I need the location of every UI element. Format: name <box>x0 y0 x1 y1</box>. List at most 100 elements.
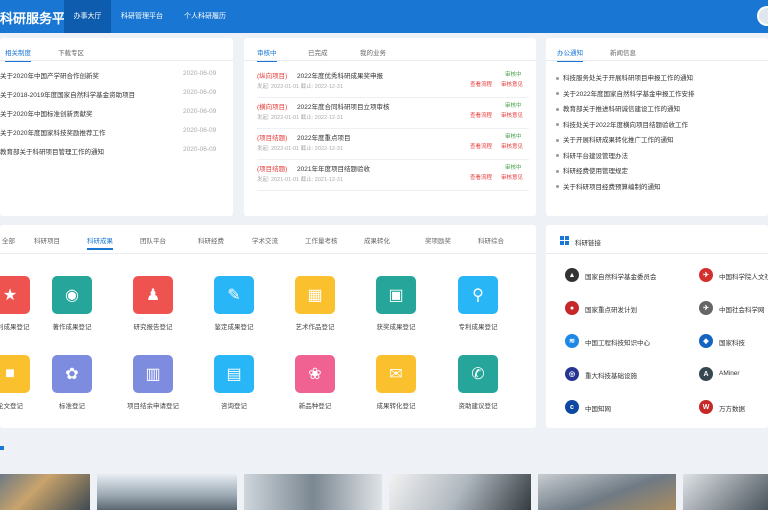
nav-office-hall[interactable]: 办事大厅 <box>64 0 111 33</box>
service-tab[interactable]: 科研经费 <box>198 235 224 245</box>
business-meta: 发起: 2022-01-01 截止: 2022-12-31 <box>257 84 343 90</box>
business-title[interactable]: 2022年度优秀科研成果奖申报 <box>297 70 383 80</box>
business-item[interactable]: (纵向项目) 2022年度优秀科研成果奖申报 发起: 2022-01-01 截止: … <box>257 68 529 98</box>
service-tab[interactable]: 奖项励奖 <box>425 235 451 245</box>
notice-item[interactable]: 关于2022年度国家自然科学基金申报工作安排 <box>556 88 694 98</box>
service-tile-label: 资助建议登记 <box>458 403 498 410</box>
notice-item[interactable]: 关于开展科研成果转化推广工作的通知 <box>556 134 674 144</box>
tab-policies[interactable]: 相关制度 <box>5 47 31 62</box>
tab-in-review[interactable]: 审核中 <box>257 47 277 62</box>
policy-row-title: 关于2020年中国标准创新贡献奖 <box>0 111 93 118</box>
research-link[interactable]: A AMiner <box>699 367 768 397</box>
policy-row[interactable]: 关于2020年中国标准创新贡献奖 2020-06-09 <box>0 108 233 120</box>
service-tab[interactable]: 学术交流 <box>252 235 278 245</box>
research-link[interactable]: ◎ 重大科技基础设施 <box>565 367 690 397</box>
research-link[interactable]: c 中国知网 <box>565 400 690 430</box>
business-title[interactable]: 2022年度合同科研项目立项审核 <box>297 101 389 111</box>
stamp-icon: ♟ <box>133 276 173 314</box>
policy-row[interactable]: 关于2020年中国产学研合作创新奖 2020-06-09 <box>0 70 233 82</box>
lab-photo-3[interactable] <box>244 474 382 510</box>
palette-icon: ✿ <box>52 355 92 393</box>
service-tile[interactable]: ❀ 新品种登记 <box>275 355 355 425</box>
service-tile[interactable]: ✉ 成果转化登记 <box>356 355 436 425</box>
service-tile[interactable]: ▤ 咨询登记 <box>194 355 274 425</box>
art-icon: ▦ <box>295 276 335 314</box>
nav-research-management[interactable]: 科研管理平台 <box>113 0 171 33</box>
research-link-label: 中国工程科技知识中心 <box>585 340 650 347</box>
research-link[interactable]: ≋ 中国工程科技知识中心 <box>565 334 690 364</box>
nav-personal-resume[interactable]: 个人科研履历 <box>176 0 234 33</box>
service-tile[interactable]: ✆ 资助建议登记 <box>438 355 518 425</box>
review-comments-link[interactable]: 审核意见 <box>501 173 523 181</box>
service-tile[interactable]: ▥ 项目结余申请登记 <box>113 355 193 425</box>
notice-item[interactable]: 科技服务处关于开展科研项目申报工作的通知 <box>556 72 693 82</box>
tab-news[interactable]: 新闻信息 <box>610 47 636 57</box>
research-link[interactable]: ◆ 国家科技 <box>699 334 768 364</box>
notice-item[interactable]: 教育部关于推进科研诚信建设工作的通知 <box>556 103 680 113</box>
policy-row-title: 关于2018-2019年度国家自然科学基金资助项目 <box>0 92 136 99</box>
lab-photo-1[interactable] <box>0 474 90 510</box>
service-tab[interactable]: 全部 <box>2 235 15 245</box>
service-tab[interactable]: 科研项目 <box>34 235 60 245</box>
review-comments-link[interactable]: 审核意见 <box>501 80 523 88</box>
tab-my-business[interactable]: 我的业务 <box>360 47 386 57</box>
service-tile[interactable]: ⚲ 专利成果登记 <box>438 276 518 346</box>
books-icon: ▥ <box>133 355 173 393</box>
policy-row[interactable]: 关于2018-2019年度国家自然科学基金资助项目 2020-06-09 <box>0 89 233 101</box>
business-item[interactable]: (项目结题) 2022年度重点项目 发起: 2022-01-01 截止: 2022-… <box>257 130 529 160</box>
service-tile[interactable]: ✿ 标准登记 <box>32 355 112 425</box>
service-tile-label: 艺术作品登记 <box>295 324 335 331</box>
notice-item[interactable]: 科技处关于2022年度横向项目结题验收工作 <box>556 119 688 129</box>
review-comments-link[interactable]: 审核意见 <box>501 111 523 119</box>
business-category: (横向项目) <box>257 104 288 111</box>
policy-row[interactable]: 教育部关于科研项目管理工作的通知 2020-06-09 <box>0 146 233 158</box>
research-link[interactable]: ▲ 国家自然科学基金委员会 <box>565 268 690 298</box>
view-process-link[interactable]: 查看流程 <box>470 173 492 181</box>
user-avatar[interactable] <box>757 6 768 26</box>
research-link[interactable]: ✈ 中国科学院人文社会 <box>699 268 768 298</box>
policy-row[interactable]: 关于2020年度国家科技奖励推荐工作 2020-06-09 <box>0 127 233 139</box>
service-tile-label: 标准登记 <box>59 403 85 410</box>
notice-item[interactable]: 关于科研项目经费预算编制的通知 <box>556 181 661 191</box>
services-tab-divider <box>0 253 536 254</box>
research-link-label: 国家重点研发计划 <box>585 307 637 314</box>
lab-photo-6[interactable] <box>683 474 768 510</box>
notice-item[interactable]: 科研平台建设管理办法 <box>556 150 628 160</box>
service-tab[interactable]: 工作量考核 <box>305 235 338 245</box>
lab-photo-4[interactable] <box>389 474 531 510</box>
notice-item[interactable]: 科研经费使用管理规定 <box>556 165 628 175</box>
view-process-link[interactable]: 查看流程 <box>470 142 492 150</box>
tab-office-notices[interactable]: 办公通知 <box>557 47 583 62</box>
lab-photo-2[interactable] <box>97 474 237 510</box>
business-title[interactable]: 2021年年度项目结题验收 <box>297 163 370 173</box>
research-link[interactable]: ✈ 中国社会科学网 <box>699 301 768 331</box>
tab-completed[interactable]: 已完成 <box>308 47 328 57</box>
service-tile[interactable]: ♟ 研究报告登记 <box>113 276 193 346</box>
business-meta: 发起: 2022-01-01 截止: 2022-12-31 <box>257 146 343 152</box>
service-tile[interactable]: ▣ 获奖成果登记 <box>356 276 436 346</box>
section-marker <box>0 446 4 450</box>
business-item[interactable]: (项目结题) 2021年年度项目结题验收 发起: 2021-01-01 截止: 20… <box>257 161 529 191</box>
service-tile[interactable]: ◉ 著作成果登记 <box>32 276 112 346</box>
research-link[interactable]: ● 国家重点研发计划 <box>565 301 690 331</box>
award-icon: ▣ <box>376 276 416 314</box>
lab-photo-5[interactable] <box>538 474 676 510</box>
service-tab[interactable]: 成果转化 <box>364 235 390 245</box>
service-tile[interactable]: ✎ 鉴定成果登记 <box>194 276 274 346</box>
business-tab-divider <box>244 60 536 61</box>
business-title[interactable]: 2022年度重点项目 <box>297 132 350 142</box>
tab-downloads[interactable]: 下载专区 <box>58 47 84 57</box>
view-process-link[interactable]: 查看流程 <box>470 80 492 88</box>
service-tile[interactable]: ▦ 艺术作品登记 <box>275 276 355 346</box>
service-tab[interactable]: 科研成果 <box>87 235 113 250</box>
patent-icon: ★ <box>0 276 30 314</box>
service-tab[interactable]: 科研综合 <box>478 235 504 245</box>
search-icon: ⚲ <box>458 276 498 314</box>
view-process-link[interactable]: 查看流程 <box>470 111 492 119</box>
research-link-label: 国家自然科学基金委员会 <box>585 274 657 281</box>
service-tab[interactable]: 团队平台 <box>140 235 166 245</box>
business-item[interactable]: (横向项目) 2022年度合同科研项目立项审核 发起: 2022-01-01 截止:… <box>257 99 529 129</box>
review-comments-link[interactable]: 审核意见 <box>501 142 523 150</box>
ticket-icon: ✎ <box>214 276 254 314</box>
research-link[interactable]: W 万方数据 <box>699 400 768 430</box>
